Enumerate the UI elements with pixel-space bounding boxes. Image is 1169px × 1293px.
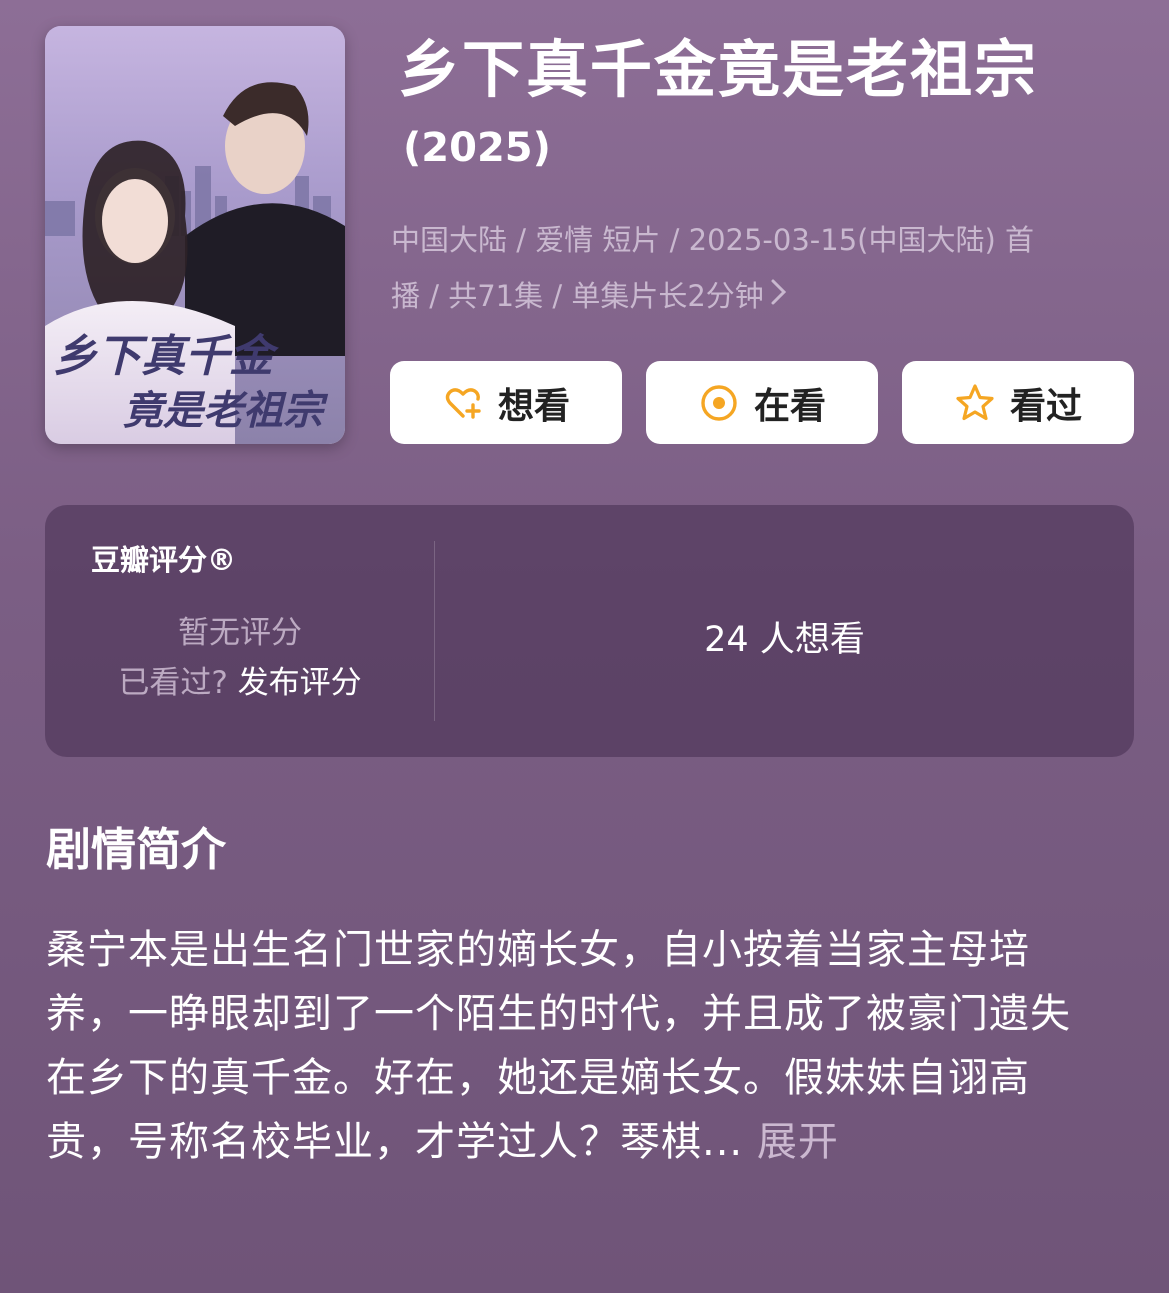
poster-artwork: 乡下真千金 竟是老祖宗 (45, 26, 345, 444)
action-buttons: 想看 在看 看过 (390, 361, 1134, 444)
rate-prompt: 已看过? (118, 665, 228, 701)
no-rating-text: 暂无评分 (178, 615, 302, 651)
publish-rating-link[interactable]: 发布评分 (238, 665, 362, 701)
watched-button-label: 看过 (1009, 385, 1082, 427)
want-count: 24 人想看 (704, 620, 865, 660)
rate-prompt-line: 已看过? 发布评分 (45, 657, 435, 702)
release-year: (2025) (403, 125, 551, 171)
watching-button[interactable]: 在看 (646, 361, 878, 444)
synopsis-heading: 剧情简介 (46, 823, 227, 876)
synopsis-text: 桑宁本是出生名门世家的嫡长女，自小按着当家主母培养，一睁眼却到了一个陌生的时代，… (46, 927, 1071, 1165)
meta-line-1: 中国大陆 / 爱情 短片 / 2025-03-15(中国大陆) 首 (391, 223, 1035, 257)
douban-rating-label: 豆瓣评分® (91, 543, 237, 577)
poster-title-line1: 乡下真千金 (53, 331, 279, 382)
watched-button[interactable]: 看过 (902, 361, 1134, 444)
want-button-label: 想看 (497, 385, 570, 427)
poster-title-line2: 竟是老祖宗 (123, 387, 329, 434)
chevron-right-icon (770, 268, 788, 324)
want-button[interactable]: 想看 (390, 361, 622, 444)
rating-card: 豆瓣评分® 暂无评分 已看过? 发布评分 24 人想看 (45, 505, 1134, 757)
synopsis-body: 桑宁本是出生名门世家的嫡长女，自小按着当家主母培养，一睁眼却到了一个陌生的时代，… (46, 918, 1106, 1174)
poster-image[interactable]: 乡下真千金 竟是老祖宗 (45, 26, 345, 444)
meta-info[interactable]: 中国大陆 / 爱情 短片 / 2025-03-15(中国大陆) 首 播 / 共7… (391, 212, 1131, 324)
page-title: 乡下真千金竟是老祖宗 (398, 33, 1039, 106)
heart-plus-icon (445, 387, 481, 419)
watching-button-label: 在看 (753, 385, 826, 427)
meta-line-2: 播 / 共71集 / 单集片长2分钟 (391, 279, 764, 313)
target-icon (701, 384, 737, 421)
star-icon (956, 383, 994, 420)
expand-link[interactable]: 展开 (757, 1119, 839, 1165)
